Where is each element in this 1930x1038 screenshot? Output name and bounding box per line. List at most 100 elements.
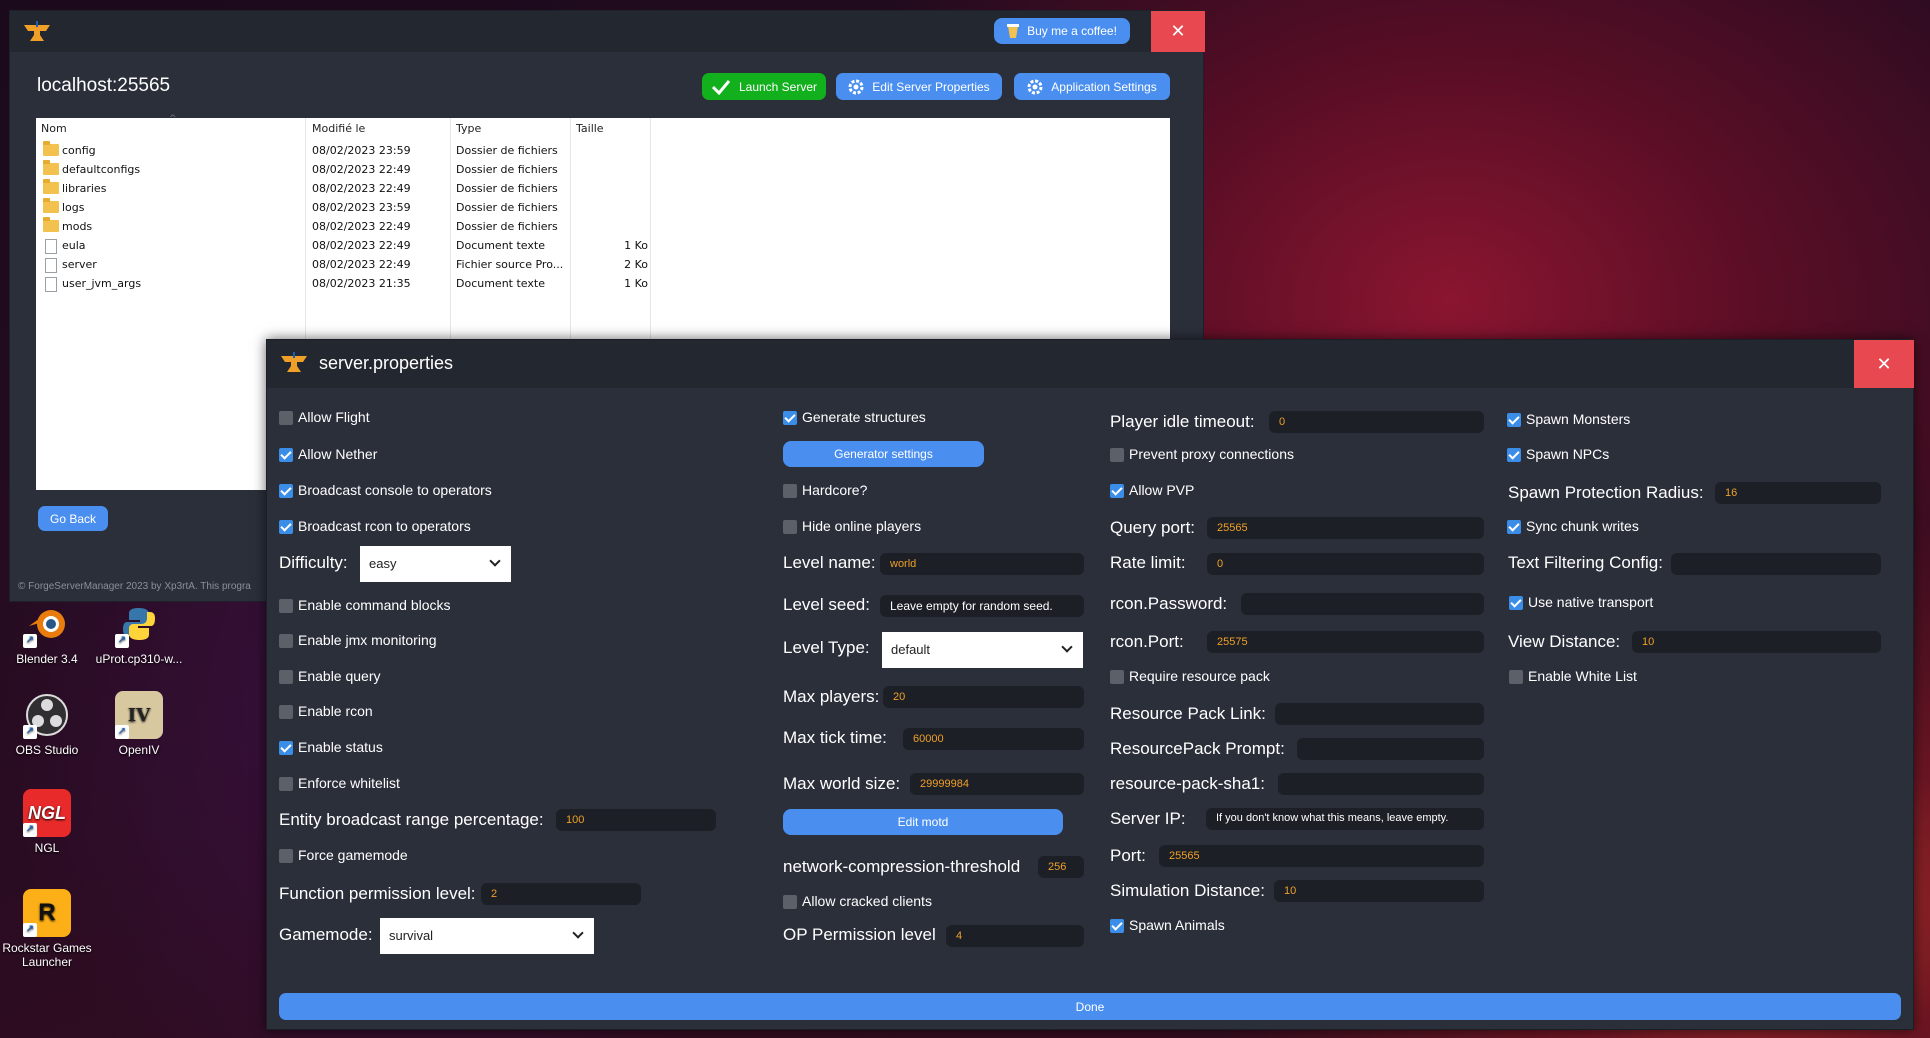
props-close-button[interactable]: ✕ bbox=[1854, 340, 1914, 388]
generator-settings-button[interactable]: Generator settings bbox=[783, 441, 984, 467]
done-label: Done bbox=[1075, 999, 1105, 1014]
resource-pack-prompt-label: ResourcePack Prompt: bbox=[1110, 739, 1285, 758]
checkbox-label: Generate structures bbox=[802, 409, 926, 425]
level-seed-input[interactable]: Leave empty for random seed. bbox=[880, 595, 1084, 617]
checkbox-box bbox=[279, 599, 293, 613]
file-modified: 08/02/2023 22:49 bbox=[312, 220, 411, 233]
desktop-icon-rockstar[interactable]: R ↗ Rockstar Games Launcher bbox=[0, 889, 94, 969]
view-distance-input[interactable]: 10 bbox=[1632, 631, 1881, 653]
text-filtering-input[interactable] bbox=[1671, 553, 1881, 575]
max-players-input[interactable]: 20 bbox=[883, 686, 1084, 708]
launch-server-button[interactable]: Launch Server bbox=[702, 73, 826, 100]
gamemode-select[interactable]: survival bbox=[380, 918, 594, 954]
shortcut-arrow-icon: ↗ bbox=[23, 923, 37, 937]
file-type: Document texte bbox=[456, 277, 545, 290]
props-titlebar: server.properties ✕ bbox=[267, 340, 1914, 388]
rcon-port-input[interactable]: 25575 bbox=[1207, 631, 1484, 653]
checkbox-label: Hide online players bbox=[802, 518, 922, 534]
op-permission-label: OP Permission level bbox=[783, 925, 936, 944]
file-name: logs bbox=[62, 201, 85, 214]
checkbox-label: Enable command blocks bbox=[298, 597, 451, 613]
file-row[interactable]: defaultconfigs 08/02/2023 22:49 Dossier de… bbox=[36, 160, 656, 180]
resource-pack-sha1-input[interactable] bbox=[1278, 773, 1484, 795]
column-header-size[interactable]: Taille bbox=[576, 122, 604, 135]
file-type: Dossier de fichiers bbox=[456, 182, 558, 195]
main-close-button[interactable]: ✕ bbox=[1151, 11, 1205, 52]
anvil-logo-icon bbox=[279, 350, 309, 376]
level-name-input[interactable]: world bbox=[880, 553, 1084, 575]
desktop-icon-ngl[interactable]: NGL ↗ NGL bbox=[0, 789, 94, 855]
max-world-size-input[interactable]: 29999984 bbox=[910, 773, 1084, 795]
file-row[interactable]: eula 08/02/2023 22:49 Document texte 1 Ko bbox=[36, 237, 656, 256]
desktop-icon-blender[interactable]: ↗ Blender 3.4 bbox=[0, 600, 94, 666]
checkbox-label: Enable White List bbox=[1528, 668, 1637, 684]
resource-pack-link-label: Resource Pack Link: bbox=[1110, 704, 1266, 723]
port-input[interactable]: 25565 bbox=[1159, 845, 1484, 867]
desktop-icon-openiv[interactable]: IV ↗ OpenIV bbox=[92, 691, 186, 757]
max-tick-input[interactable]: 60000 bbox=[903, 728, 1084, 750]
desktop-icon-label: Blender 3.4 bbox=[16, 652, 78, 666]
go-back-button[interactable]: Go Back bbox=[38, 506, 108, 531]
edit-server-properties-button[interactable]: Edit Server Properties bbox=[836, 73, 1002, 100]
desktop-icon-label: OpenIV bbox=[118, 743, 160, 757]
difficulty-value: easy bbox=[369, 556, 397, 571]
column-header-modified[interactable]: Modifié le bbox=[312, 122, 365, 135]
resource-pack-link-input[interactable] bbox=[1275, 703, 1484, 725]
checkbox-label: Force gamemode bbox=[298, 847, 408, 863]
checkbox-label: Broadcast console to operators bbox=[298, 482, 492, 498]
file-row[interactable]: config 08/02/2023 23:59 Dossier de fichier… bbox=[36, 141, 656, 161]
desktop-icon-obs[interactable]: ↗ OBS Studio bbox=[0, 691, 94, 757]
network-compression-input[interactable]: 256 bbox=[1038, 856, 1084, 878]
file-row[interactable]: logs 08/02/2023 23:59 Dossier de fichiers bbox=[36, 198, 656, 218]
server-title: localhost:25565 bbox=[37, 75, 171, 96]
entity-broadcast-input[interactable]: 100 bbox=[556, 809, 716, 831]
props-window-title: server.properties bbox=[319, 353, 454, 373]
column-header-type[interactable]: Type bbox=[456, 122, 481, 135]
rcon-port-label: rcon.Port: bbox=[1110, 632, 1184, 651]
checkbox-label: Enforce whitelist bbox=[298, 775, 400, 791]
done-button[interactable]: Done bbox=[279, 993, 1901, 1020]
port-label: Port: bbox=[1110, 846, 1146, 865]
application-settings-button[interactable]: Application Settings bbox=[1014, 73, 1170, 100]
resource-pack-prompt-input[interactable] bbox=[1297, 738, 1484, 760]
checkbox-label: Allow Nether bbox=[298, 446, 378, 462]
checkmark-icon bbox=[711, 79, 731, 95]
edit-motd-button[interactable]: Edit motd bbox=[783, 809, 1063, 835]
file-row[interactable]: server 08/02/2023 22:49 Fichier source Pro… bbox=[36, 256, 656, 275]
checkbox-label: Use native transport bbox=[1528, 594, 1654, 610]
desktop-icon-label: OBS Studio bbox=[15, 743, 79, 757]
query-port-input[interactable]: 25565 bbox=[1207, 517, 1484, 539]
checkbox-box bbox=[1509, 596, 1523, 610]
checkbox-label: Enable status bbox=[298, 739, 383, 755]
checkbox-box bbox=[279, 448, 293, 462]
checkbox-label: Broadcast rcon to operators bbox=[298, 518, 471, 534]
checkbox-box bbox=[279, 849, 293, 863]
op-permission-input[interactable]: 4 bbox=[946, 925, 1084, 947]
file-type: Dossier de fichiers bbox=[456, 220, 558, 233]
simulation-distance-input[interactable]: 10 bbox=[1274, 880, 1484, 902]
checkbox-box bbox=[279, 705, 293, 719]
difficulty-select[interactable]: easy bbox=[360, 546, 511, 582]
file-row[interactable]: mods 08/02/2023 22:49 Dossier de fichiers bbox=[36, 217, 656, 237]
function-permission-input[interactable]: 2 bbox=[481, 883, 641, 905]
column-header-name[interactable]: Nom bbox=[41, 122, 67, 135]
level-type-label: Level Type: bbox=[783, 638, 870, 657]
buy-coffee-button[interactable]: Buy me a coffee! bbox=[994, 18, 1130, 44]
rate-limit-input[interactable]: 0 bbox=[1207, 553, 1484, 575]
file-row[interactable]: libraries 08/02/2023 22:49 Dossier de fich… bbox=[36, 179, 656, 199]
file-modified: 08/02/2023 23:59 bbox=[312, 144, 411, 157]
desktop-icon-python-file[interactable]: ↗ uProt.cp310-w... bbox=[92, 600, 186, 666]
level-type-select[interactable]: default bbox=[882, 632, 1083, 668]
spawn-protection-input[interactable]: 16 bbox=[1715, 482, 1881, 504]
checkbox-box bbox=[1507, 520, 1521, 534]
checkbox-box bbox=[1509, 670, 1523, 684]
server-properties-window: server.properties ✕ Allow Flight Allow N… bbox=[266, 339, 1914, 1030]
player-idle-timeout-input[interactable]: 0 bbox=[1269, 411, 1484, 433]
file-type: Dossier de fichiers bbox=[456, 163, 558, 176]
server-ip-input[interactable]: If you don't know what this means, leave… bbox=[1206, 808, 1484, 830]
shortcut-arrow-icon: ↗ bbox=[23, 725, 37, 739]
desktop-icon-label: uProt.cp310-w... bbox=[95, 652, 183, 666]
file-row[interactable]: user_jvm_args 08/02/2023 21:35 Document te… bbox=[36, 275, 656, 294]
rcon-password-input[interactable] bbox=[1241, 593, 1484, 615]
checkbox-box bbox=[279, 777, 293, 791]
